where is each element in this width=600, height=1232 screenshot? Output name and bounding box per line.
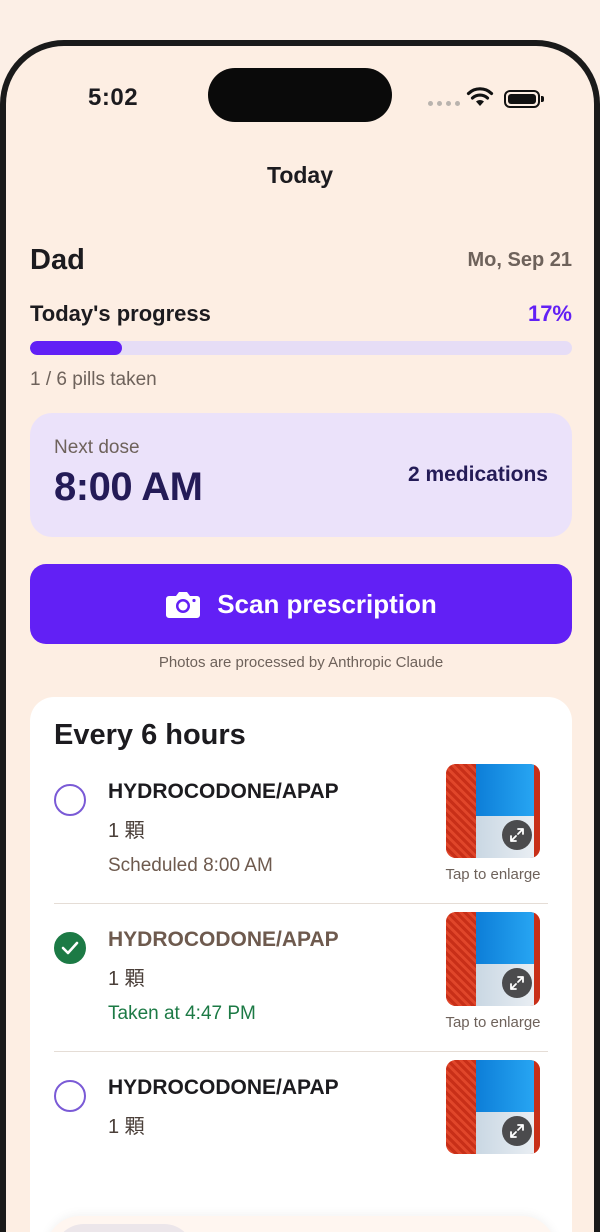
header-row: Dad Mo, Sep 21 bbox=[30, 244, 572, 277]
tap-to-enlarge-label: Tap to enlarge bbox=[445, 866, 541, 883]
pill-photo[interactable]: Tap to enlarge bbox=[438, 912, 548, 1031]
status-time: 5:02 bbox=[88, 84, 139, 111]
next-dose-label: Next dose bbox=[54, 437, 140, 458]
status-bar: 5:02 bbox=[6, 46, 594, 146]
signal-icon bbox=[428, 101, 460, 106]
progress-percent: 17% bbox=[527, 301, 572, 326]
medication-name: HYDROCODONE/APAP bbox=[108, 1076, 339, 1099]
expand-icon bbox=[502, 820, 532, 850]
tap-to-enlarge-label: Tap to enlarge bbox=[445, 1014, 541, 1031]
scan-prescription-button[interactable]: Scan prescription bbox=[30, 564, 572, 644]
medication-item[interactable]: HYDROCODONE/APAP 1 顆 Scheduled 8:00 AM T… bbox=[54, 752, 548, 904]
patient-name[interactable]: Dad bbox=[30, 244, 85, 277]
progress-bar bbox=[30, 341, 572, 355]
main-content: Dad Mo, Sep 21 Today's progress 17% 1 / … bbox=[30, 244, 572, 1232]
medication-status: Scheduled 8:00 AM bbox=[108, 855, 273, 876]
medication-item[interactable]: HYDROCODONE/APAP 1 顆 Taken at 4:47 PM Ta… bbox=[54, 904, 548, 1052]
wifi-icon bbox=[466, 87, 494, 106]
next-dose-card[interactable]: Next dose 8:00 AM 2 medications bbox=[30, 413, 572, 537]
medication-info: HYDROCODONE/APAP 1 顆 Scheduled 8:00 AM bbox=[108, 780, 438, 883]
untaken-checkbox[interactable] bbox=[54, 1080, 86, 1112]
tab-bar bbox=[46, 1216, 556, 1232]
schedule-title: Every 6 hours bbox=[54, 719, 246, 751]
medication-name: HYDROCODONE/APAP bbox=[108, 928, 339, 951]
taken-checkmark-icon[interactable] bbox=[54, 932, 86, 964]
pill-photo-thumbnail[interactable] bbox=[446, 912, 540, 1006]
medication-info: HYDROCODONE/APAP 1 顆 Taken at 4:47 PM bbox=[108, 928, 438, 1031]
medication-info: HYDROCODONE/APAP 1 顆 bbox=[108, 1076, 438, 1154]
medication-quantity: 1 顆 bbox=[108, 968, 145, 990]
pill-photo-thumbnail[interactable] bbox=[446, 764, 540, 858]
phone-frame: 5:02 Today Dad Mo, Sep 21 Today's progre… bbox=[0, 40, 600, 1232]
progress-bar-fill bbox=[30, 341, 123, 355]
progress-header: Today's progress 17% bbox=[30, 301, 572, 327]
next-dose-medication-count: 2 medications bbox=[407, 463, 548, 486]
medication-quantity: 1 顆 bbox=[108, 1116, 145, 1138]
tab-today[interactable] bbox=[54, 1224, 194, 1232]
pill-photo[interactable] bbox=[438, 1060, 548, 1154]
expand-icon bbox=[502, 968, 532, 998]
camera-icon bbox=[166, 592, 201, 618]
battery-icon bbox=[504, 90, 544, 108]
date-label: Mo, Sep 21 bbox=[467, 249, 572, 271]
medication-name: HYDROCODONE/APAP bbox=[108, 780, 339, 803]
medication-quantity: 1 顆 bbox=[108, 820, 145, 842]
pill-photo-thumbnail[interactable] bbox=[446, 1060, 540, 1154]
expand-icon bbox=[502, 1116, 532, 1146]
progress-label: Today's progress bbox=[30, 301, 211, 326]
schedule-card: Every 6 hours HYDROCODONE/APAP 1 顆 Sched… bbox=[30, 697, 572, 1232]
medication-item[interactable]: HYDROCODONE/APAP 1 顆 bbox=[54, 1052, 548, 1174]
page-title: Today bbox=[266, 162, 334, 188]
untaken-checkbox[interactable] bbox=[54, 784, 86, 816]
dynamic-island bbox=[208, 68, 392, 122]
pills-taken-count: 1 / 6 pills taken bbox=[30, 369, 157, 390]
scan-button-label: Scan prescription bbox=[217, 588, 437, 619]
pill-photo[interactable]: Tap to enlarge bbox=[438, 764, 548, 883]
medication-status: Taken at 4:47 PM bbox=[108, 1003, 256, 1024]
privacy-note: Photos are processed by Anthropic Claude bbox=[158, 654, 444, 671]
